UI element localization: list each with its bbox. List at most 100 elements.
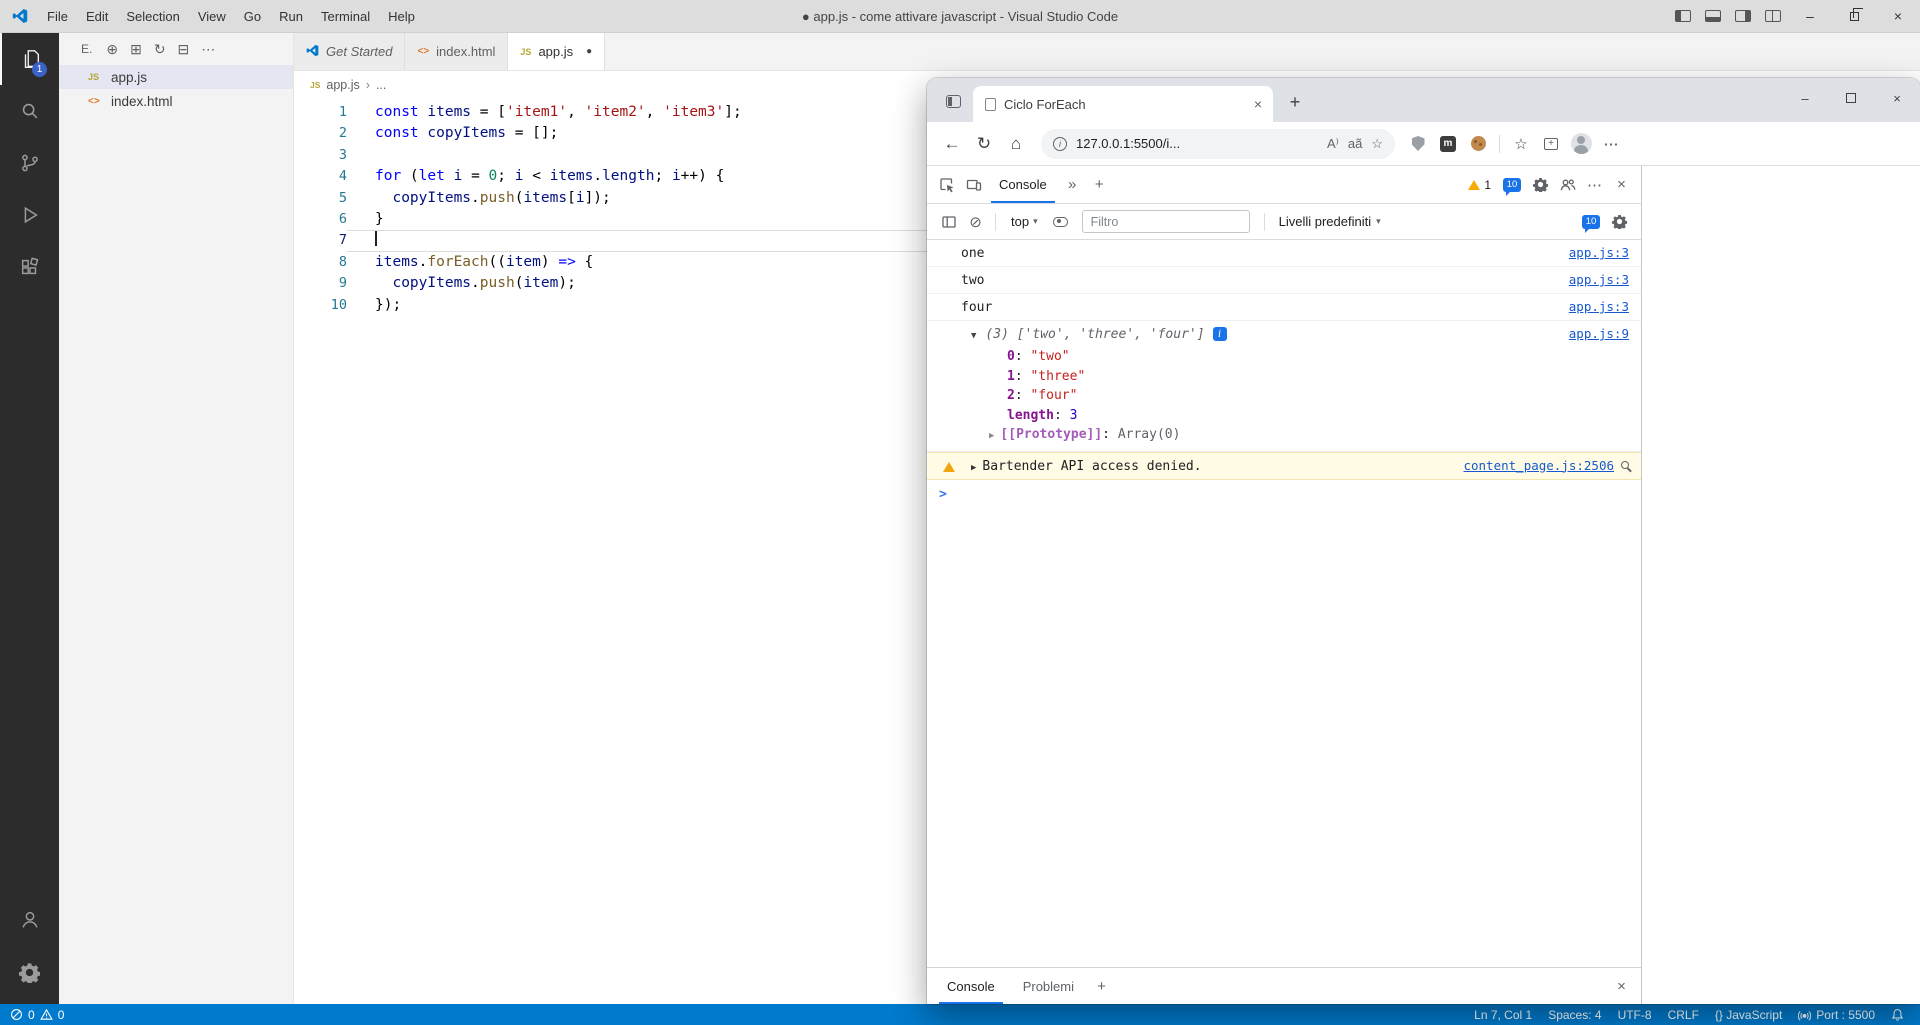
new-file-icon[interactable]: ⊕: [106, 41, 118, 58]
devtools-settings-icon[interactable]: [1527, 171, 1554, 198]
profile-avatar[interactable]: [1567, 130, 1595, 158]
tab-console[interactable]: Console: [987, 166, 1059, 203]
favorite-star-icon[interactable]: ☆: [1371, 136, 1383, 152]
notifications-bell-icon[interactable]: [1891, 1008, 1904, 1021]
vscode-restore-button[interactable]: [1832, 0, 1876, 33]
menu-view[interactable]: View: [189, 0, 235, 32]
drawer-tab-console[interactable]: Console: [933, 968, 1009, 1004]
favorites-icon[interactable]: ☆: [1507, 130, 1535, 158]
device-toolbar-icon[interactable]: [960, 171, 987, 198]
context-selector[interactable]: top ▾: [1004, 211, 1045, 232]
refresh-button[interactable]: ↻: [969, 129, 999, 159]
expand-arrow-icon[interactable]: ▶: [989, 431, 994, 441]
toolbar-messages-chip[interactable]: 10: [1582, 215, 1600, 229]
problems-status[interactable]: 0 0: [10, 1008, 64, 1022]
collapse-folders-icon[interactable]: ⊟: [178, 41, 190, 58]
breadcrumb-file[interactable]: app.js: [326, 78, 359, 92]
cookie-extension-icon[interactable]: [1464, 130, 1492, 158]
breadcrumb-more[interactable]: ...: [376, 78, 386, 92]
status-spaces-4[interactable]: Spaces: 4: [1548, 1008, 1601, 1022]
console-source-link[interactable]: app.js:3: [1555, 299, 1629, 314]
web-page-area[interactable]: [1642, 166, 1920, 1004]
editor-tab-index.html[interactable]: <>index.html: [405, 33, 508, 70]
drawer-more-tools-icon[interactable]: +: [1088, 973, 1115, 1000]
url-text[interactable]: 127.0.0.1:5500/i...: [1076, 136, 1318, 151]
status-ln-7-col-1[interactable]: Ln 7, Col 1: [1474, 1008, 1532, 1022]
edge-close-button[interactable]: ×: [1874, 80, 1920, 116]
collections-icon[interactable]: +: [1537, 130, 1565, 158]
home-button[interactable]: ⌂: [1001, 129, 1031, 159]
vscode-close-button[interactable]: ×: [1876, 0, 1920, 33]
add-tool-icon[interactable]: +: [1086, 171, 1113, 198]
extension-m-icon[interactable]: m: [1434, 130, 1462, 158]
console-source-link[interactable]: app.js:9: [1555, 326, 1629, 341]
new-folder-icon[interactable]: ⊞: [130, 41, 142, 58]
log-levels-selector[interactable]: Livelli predefiniti ▾: [1271, 211, 1389, 232]
editor-tab-get-started[interactable]: Get Started: [294, 33, 405, 70]
editor-tab-app.js[interactable]: JSapp.js●: [508, 33, 605, 70]
account-button[interactable]: [0, 894, 59, 946]
menu-go[interactable]: Go: [235, 0, 270, 32]
console-prompt-row[interactable]: >: [927, 480, 1641, 509]
explorer-activity-button[interactable]: 1: [0, 33, 59, 85]
edge-maximize-button[interactable]: [1828, 80, 1874, 116]
console-settings-icon[interactable]: [1606, 208, 1633, 235]
address-bar[interactable]: i 127.0.0.1:5500/i... A⁾ aã ☆: [1041, 129, 1395, 159]
menu-selection[interactable]: Selection: [117, 0, 188, 32]
site-info-icon[interactable]: i: [1053, 137, 1067, 151]
extensions-activity-button[interactable]: [0, 241, 59, 293]
inspect-element-icon[interactable]: [933, 171, 960, 198]
clear-console-icon[interactable]: ⊘: [962, 208, 989, 235]
live-expression-icon[interactable]: [1047, 208, 1074, 235]
console-filter-input[interactable]: [1082, 210, 1250, 233]
new-tab-button[interactable]: +: [1281, 88, 1309, 116]
browser-essentials-icon[interactable]: [1404, 130, 1432, 158]
vscode-minimize-button[interactable]: –: [1788, 0, 1832, 33]
back-button[interactable]: ←: [937, 129, 967, 159]
file-item-index.html[interactable]: <>index.html: [59, 89, 293, 113]
more-tabs-icon[interactable]: »: [1059, 171, 1086, 198]
file-item-app.js[interactable]: JSapp.js: [59, 65, 293, 89]
search-source-icon[interactable]: [1621, 461, 1629, 469]
devtools-feedback-icon[interactable]: [1554, 171, 1581, 198]
source-control-activity-button[interactable]: [0, 137, 59, 189]
customize-layout-icon[interactable]: [1765, 10, 1781, 22]
unsaved-dot-icon[interactable]: ●: [586, 46, 592, 57]
menu-run[interactable]: Run: [270, 0, 312, 32]
read-aloud-icon[interactable]: A⁾: [1327, 136, 1339, 152]
console-source-link[interactable]: app.js:3: [1555, 272, 1629, 287]
status-port-5500[interactable]: Port : 5500: [1798, 1008, 1875, 1022]
run-debug-activity-button[interactable]: [0, 189, 59, 241]
drawer-close-icon[interactable]: ×: [1608, 973, 1635, 1000]
menu-help[interactable]: Help: [379, 0, 424, 32]
drawer-tab-problemi[interactable]: Problemi: [1009, 968, 1088, 1004]
search-activity-button[interactable]: [0, 85, 59, 137]
menu-terminal[interactable]: Terminal: [312, 0, 379, 32]
status--javascript[interactable]: {} JavaScript: [1715, 1008, 1782, 1022]
expand-arrow-icon[interactable]: ▶: [971, 463, 976, 473]
warnings-chip[interactable]: 1: [1468, 178, 1491, 192]
toggle-secondary-sidebar-icon[interactable]: [1735, 10, 1751, 22]
collapse-arrow-icon[interactable]: ▼: [971, 331, 976, 341]
console-output[interactable]: oneapp.js:3twoapp.js:3fourapp.js:3▼(3) […: [927, 240, 1641, 967]
menu-edit[interactable]: Edit: [77, 0, 117, 32]
status-utf-8[interactable]: UTF-8: [1618, 1008, 1652, 1022]
devtools-more-icon[interactable]: ⋯: [1581, 171, 1608, 198]
tab-close-icon[interactable]: ×: [1251, 96, 1265, 112]
toggle-panel-icon[interactable]: [1705, 10, 1721, 22]
status-crlf[interactable]: CRLF: [1668, 1008, 1699, 1022]
console-sidebar-icon[interactable]: [935, 208, 962, 235]
messages-chip[interactable]: 10: [1503, 178, 1521, 192]
settings-menu-icon[interactable]: ⋯: [1597, 130, 1625, 158]
browser-tab[interactable]: Ciclo ForEach ×: [973, 86, 1273, 122]
toggle-sidebar-icon[interactable]: [1675, 10, 1691, 22]
refresh-explorer-icon[interactable]: ↻: [154, 41, 166, 58]
translate-icon[interactable]: aã: [1348, 136, 1362, 151]
console-source-link[interactable]: content_page.js:2506: [1463, 458, 1614, 473]
more-actions-icon[interactable]: ⋯: [201, 41, 215, 58]
devtools-close-icon[interactable]: ×: [1608, 171, 1635, 198]
settings-button[interactable]: [0, 946, 59, 998]
console-source-link[interactable]: app.js:3: [1555, 245, 1629, 260]
tab-actions-button[interactable]: [939, 87, 967, 115]
menu-file[interactable]: File: [38, 0, 77, 32]
